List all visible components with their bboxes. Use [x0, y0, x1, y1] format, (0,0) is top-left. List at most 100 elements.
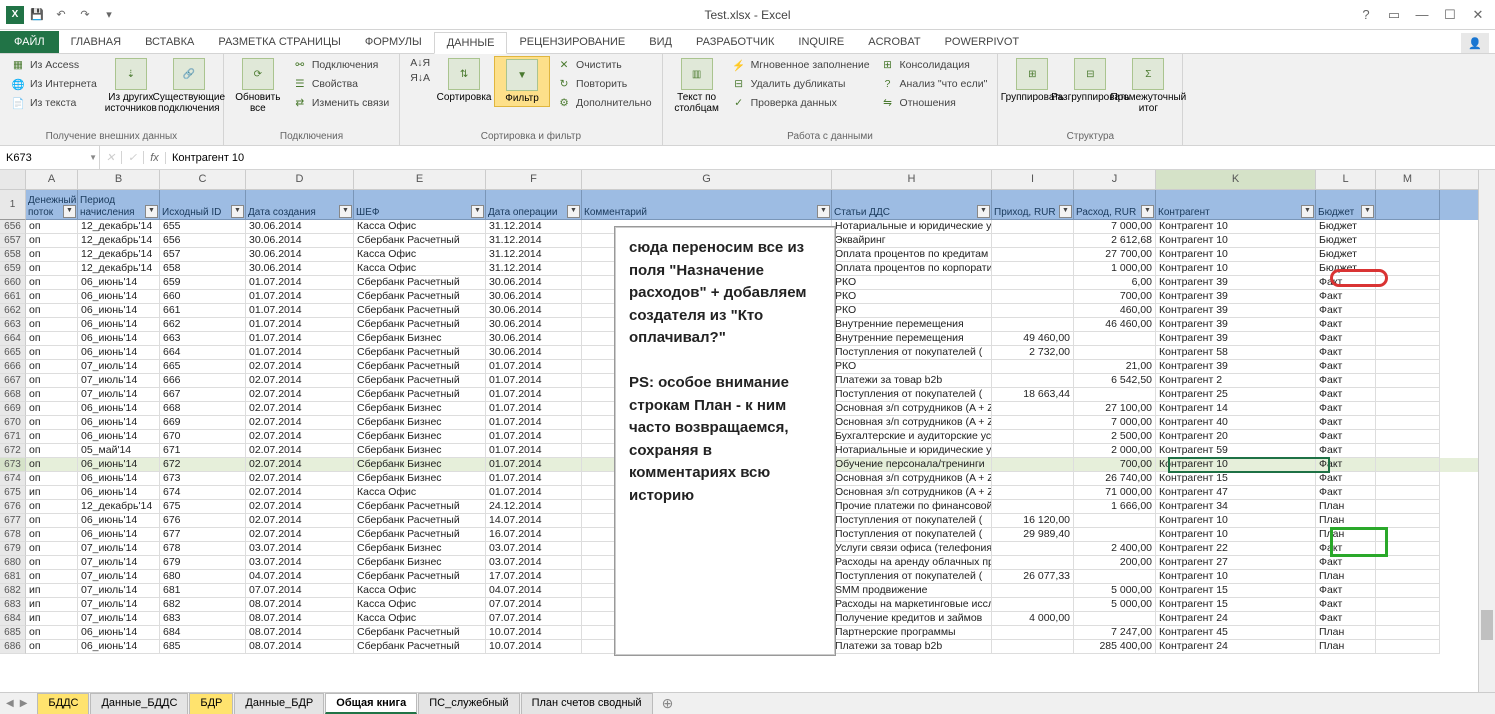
cell[interactable]: Нотариальные и юридические услуги [832, 444, 992, 458]
cell[interactable]: Факт [1316, 304, 1376, 318]
cell[interactable]: 06_июнь'14 [78, 346, 160, 360]
row-header[interactable]: 674 [0, 472, 26, 486]
row-header[interactable]: 682 [0, 584, 26, 598]
cell[interactable]: 1 666,00 [1074, 500, 1156, 514]
col-header-E[interactable]: E [354, 170, 486, 189]
fx-icon[interactable]: fx [144, 152, 166, 164]
row-header[interactable]: 678 [0, 528, 26, 542]
cell[interactable]: 5 000,00 [1074, 584, 1156, 598]
cell[interactable]: Контрагент 25 [1156, 388, 1316, 402]
cell[interactable]: оп [26, 402, 78, 416]
cell[interactable]: Платежи за товар b2b [832, 640, 992, 654]
close-icon[interactable]: ✕ [1465, 5, 1491, 25]
cell[interactable]: 03.07.2014 [246, 556, 354, 570]
cell[interactable]: оп [26, 360, 78, 374]
account-icon[interactable]: 👤 [1461, 33, 1489, 53]
cell[interactable]: Сбербанк Бизнес [354, 472, 486, 486]
sheet-tab[interactable]: БДР [189, 693, 233, 714]
select-all-corner[interactable] [0, 170, 26, 189]
row-header[interactable]: 658 [0, 248, 26, 262]
advanced-filter-button[interactable]: ⚙Дополнительно [552, 94, 656, 112]
filter-dropdown-icon[interactable]: ▼ [231, 205, 244, 218]
cell[interactable]: Расходы на аренду облачных продуктов [832, 556, 992, 570]
cell[interactable]: 670 [160, 430, 246, 444]
cell[interactable]: Сбербанк Расчетный [354, 570, 486, 584]
cell[interactable]: 07_июль'14 [78, 374, 160, 388]
cell[interactable]: 02.07.2014 [246, 416, 354, 430]
cell[interactable]: 5 000,00 [1074, 598, 1156, 612]
cell[interactable]: оп [26, 332, 78, 346]
cell[interactable]: 677 [160, 528, 246, 542]
cell[interactable]: 02.07.2014 [246, 444, 354, 458]
row-header[interactable]: 666 [0, 360, 26, 374]
sheet-tab[interactable]: Общая книга [325, 693, 417, 714]
cell[interactable]: 12_декабрь'14 [78, 248, 160, 262]
tab-powerpivot[interactable]: POWERPIVOT [933, 32, 1032, 53]
cell[interactable]: 07_июль'14 [78, 556, 160, 570]
cell[interactable]: Расходы на маркетинговые исследования и … [832, 598, 992, 612]
flash-fill-button[interactable]: ⚡Мгновенное заполнение [727, 56, 874, 74]
cell[interactable]: Сбербанк Бизнес [354, 444, 486, 458]
row-header[interactable]: 677 [0, 514, 26, 528]
cell[interactable]: Факт [1316, 542, 1376, 556]
cell[interactable]: Факт [1316, 332, 1376, 346]
filter-button[interactable]: ▼Фильтр [494, 56, 550, 107]
filter-dropdown-icon[interactable]: ▼ [471, 205, 484, 218]
cell[interactable]: 700,00 [1074, 290, 1156, 304]
cell[interactable]: 04.07.2014 [486, 584, 582, 598]
cell[interactable] [1376, 346, 1440, 360]
cell[interactable]: Сбербанк Расчетный [354, 318, 486, 332]
cell[interactable]: 01.07.2014 [486, 402, 582, 416]
cell[interactable]: 285 400,00 [1074, 640, 1156, 654]
filter-dropdown-icon[interactable]: ▼ [817, 205, 830, 218]
cell[interactable]: 01.07.2014 [246, 318, 354, 332]
cell[interactable] [992, 318, 1074, 332]
cell[interactable]: 679 [160, 556, 246, 570]
col-header-G[interactable]: G [582, 170, 832, 189]
cell[interactable]: 200,00 [1074, 556, 1156, 570]
cell[interactable]: 06_июнь'14 [78, 304, 160, 318]
cell[interactable]: 26 740,00 [1074, 472, 1156, 486]
cell[interactable]: Сбербанк Расчетный [354, 514, 486, 528]
cell[interactable] [1376, 416, 1440, 430]
filter-dropdown-icon[interactable]: ▼ [339, 205, 352, 218]
maximize-icon[interactable]: ☐ [1437, 5, 1463, 25]
cell[interactable] [1074, 570, 1156, 584]
cell[interactable]: Бюджет [1316, 248, 1376, 262]
cell[interactable] [1376, 444, 1440, 458]
cell[interactable]: 666 [160, 374, 246, 388]
cell[interactable]: 46 460,00 [1074, 318, 1156, 332]
what-if-button[interactable]: ?Анализ "что если" [876, 75, 992, 93]
cell[interactable]: 665 [160, 360, 246, 374]
cell[interactable]: 01.07.2014 [246, 290, 354, 304]
cell[interactable]: Контрагент 10 [1156, 514, 1316, 528]
cell[interactable] [992, 640, 1074, 654]
cell[interactable]: ип [26, 486, 78, 500]
cell[interactable]: оп [26, 472, 78, 486]
tab-рецензирование[interactable]: РЕЦЕНЗИРОВАНИЕ [507, 32, 637, 53]
col-header-M[interactable]: M [1376, 170, 1440, 189]
cell[interactable]: оп [26, 542, 78, 556]
cell[interactable]: 10.07.2014 [486, 626, 582, 640]
tab-разметка страницы[interactable]: РАЗМЕТКА СТРАНИЦЫ [206, 32, 352, 53]
cell[interactable]: Контрагент 39 [1156, 276, 1316, 290]
cell[interactable]: 02.07.2014 [246, 360, 354, 374]
cell[interactable]: Факт [1316, 276, 1376, 290]
col-header-H[interactable]: H [832, 170, 992, 189]
cell[interactable]: Контрагент 34 [1156, 500, 1316, 514]
cell[interactable]: Внутренние перемещения [832, 318, 992, 332]
cell[interactable]: 01.07.2014 [246, 346, 354, 360]
cell[interactable]: ип [26, 598, 78, 612]
cell[interactable]: 06_июнь'14 [78, 640, 160, 654]
cell[interactable]: 01.07.2014 [486, 360, 582, 374]
cell[interactable]: Касса Офис [354, 248, 486, 262]
formula-input[interactable]: Контрагент 10 [166, 146, 1495, 169]
cell[interactable]: 26 077,33 [992, 570, 1074, 584]
row-header[interactable]: 667 [0, 374, 26, 388]
cell[interactable]: Сбербанк Расчетный [354, 276, 486, 290]
cell[interactable]: Контрагент 10 [1156, 234, 1316, 248]
cell[interactable] [1376, 542, 1440, 556]
cell[interactable]: 6 542,50 [1074, 374, 1156, 388]
cell[interactable] [992, 234, 1074, 248]
cell[interactable] [992, 556, 1074, 570]
